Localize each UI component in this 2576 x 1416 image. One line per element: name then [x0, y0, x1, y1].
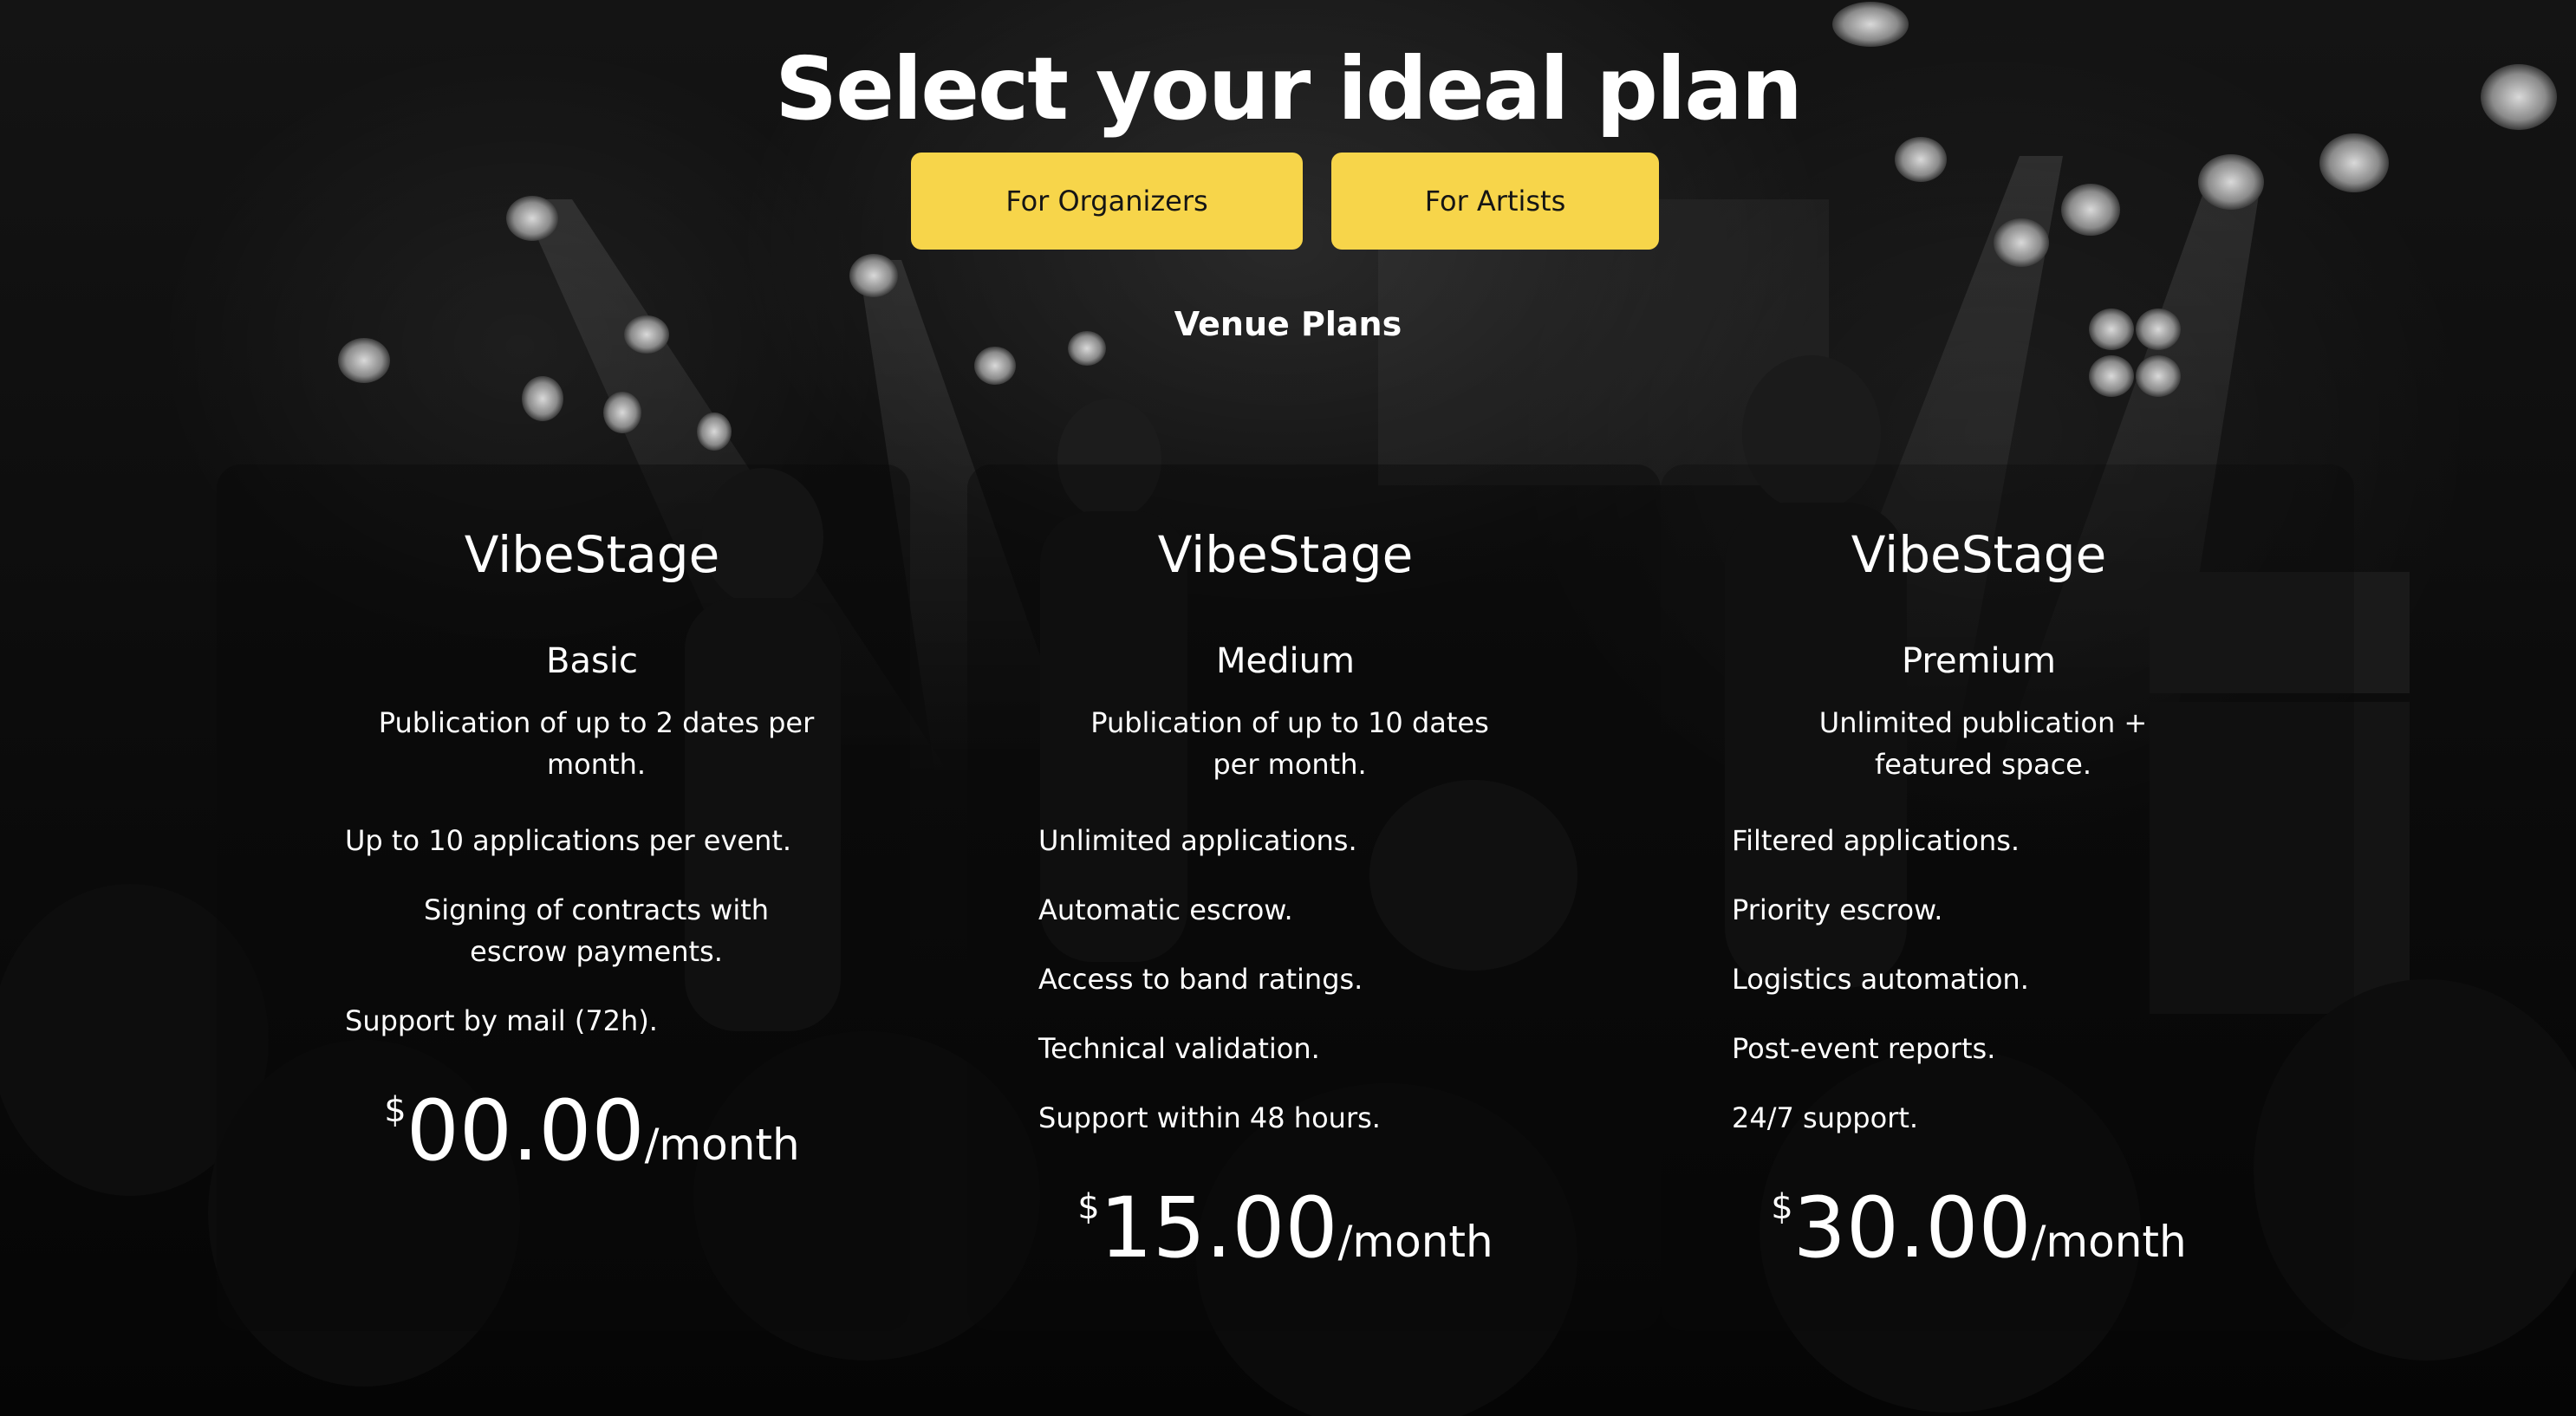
plan-price: $00.00/month	[245, 1083, 939, 1179]
plan-tier: Premium	[1902, 641, 2056, 681]
plan-feature: Automatic escrow.	[1038, 893, 1293, 926]
plan-lead-feature: Unlimited publication + featured space.	[1818, 706, 2148, 781]
price-amount: 30.00	[1792, 1179, 2032, 1276]
plan-feature: Technical validation.	[1038, 1032, 1320, 1065]
plan-feature: Up to 10 applications per event.	[345, 824, 792, 857]
plan-brand: VibeStage	[1851, 525, 2107, 584]
tab-for-artists[interactable]: For Artists	[1331, 153, 1659, 250]
page-title: Select your ideal plan	[775, 38, 1803, 140]
price-amount: 15.00	[1099, 1179, 1338, 1276]
price-amount: 00.00	[406, 1082, 645, 1179]
plan-feature: Filtered applications.	[1732, 824, 2020, 857]
plan-feature: Support by mail (72h).	[345, 1004, 658, 1037]
plan-feature: Unlimited applications.	[1038, 824, 1357, 857]
plan-feature: 24/7 support.	[1732, 1101, 1919, 1134]
price-period: /month	[2031, 1217, 2187, 1267]
plan-lead-feature: Publication of up to 2 dates per month.	[378, 706, 815, 781]
plan-feature: Logistics automation.	[1732, 963, 2029, 996]
price-currency: $	[1771, 1187, 1793, 1227]
plan-brand: VibeStage	[464, 525, 720, 584]
plan-feature: Access to band ratings.	[1038, 963, 1363, 996]
plan-feature: Priority escrow.	[1732, 893, 1943, 926]
price-period: /month	[644, 1120, 800, 1170]
plan-lead-feature: Publication of up to 10 dates per month.	[1090, 706, 1489, 781]
section-subtitle: Venue Plans	[1174, 305, 1402, 343]
plan-tier: Medium	[1216, 641, 1355, 681]
price-currency: $	[1077, 1187, 1100, 1227]
tab-for-organizers[interactable]: For Organizers	[911, 153, 1303, 250]
plan-feature: Signing of contracts with escrow payment…	[423, 893, 770, 968]
price-period: /month	[1337, 1217, 1493, 1267]
plan-feature: Post-event reports.	[1732, 1032, 1996, 1065]
plan-brand: VibeStage	[1157, 525, 1414, 584]
plan-feature: Support within 48 hours.	[1038, 1101, 1381, 1134]
plan-price: $15.00/month	[939, 1180, 1632, 1276]
plan-tier: Basic	[546, 641, 638, 681]
price-currency: $	[384, 1090, 407, 1130]
plan-price: $30.00/month	[1632, 1180, 2326, 1276]
